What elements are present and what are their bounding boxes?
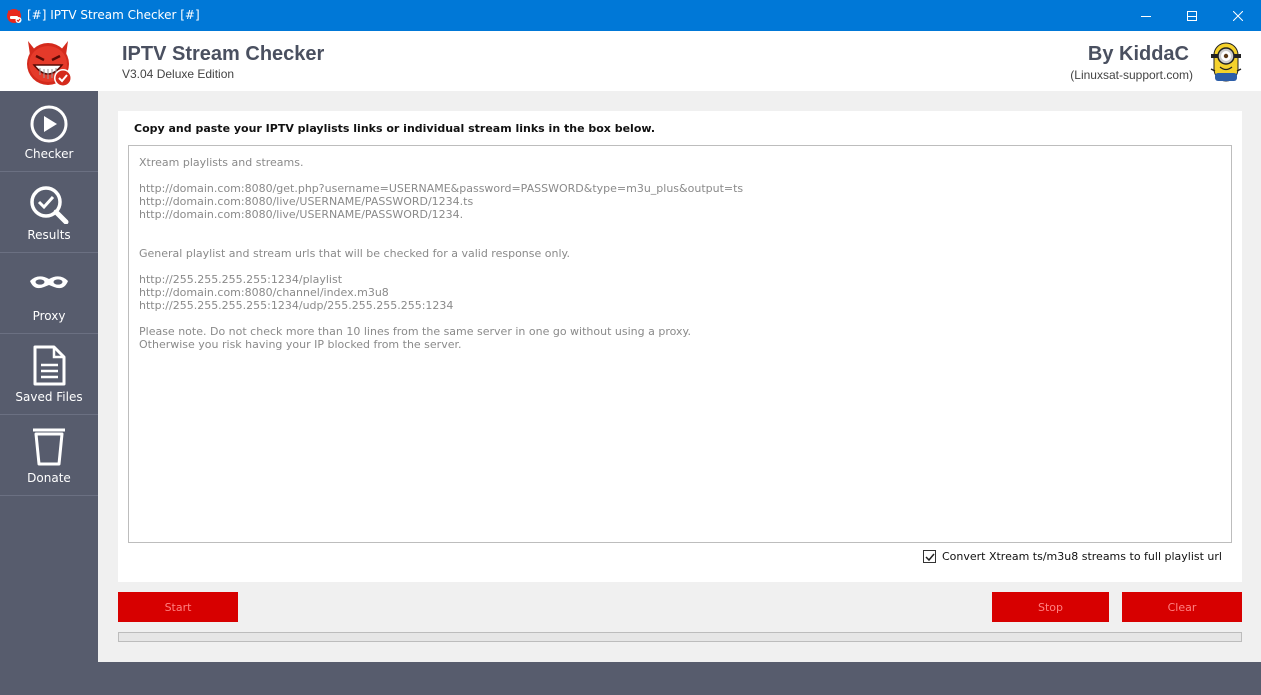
- window-title: [#] IPTV Stream Checker [#]: [27, 8, 200, 22]
- placeholder-line: [139, 312, 743, 325]
- placeholder-line: http://domain.com:8080/live/USERNAME/PAS…: [139, 208, 464, 221]
- placeholder-line: [139, 260, 743, 273]
- sidebar-item-label: Checker: [24, 147, 74, 161]
- sidebar-item-checker[interactable]: Checker: [0, 91, 98, 172]
- stop-button[interactable]: Stop: [992, 592, 1109, 622]
- input-panel: Copy and paste your IPTV playlists links…: [118, 111, 1242, 582]
- author-title: By KiddaC: [1087, 43, 1189, 65]
- close-button[interactable]: [1215, 0, 1261, 31]
- placeholder-line: Please note. Do not check more than 10 l…: [139, 325, 691, 338]
- placeholder-line: http://domain.com:8080/live/USERNAME/PAS…: [139, 195, 474, 208]
- clear-button[interactable]: Clear: [1122, 592, 1242, 622]
- sidebar-item-saved-files[interactable]: Saved Files: [0, 334, 98, 415]
- instructions-text: Copy and paste your IPTV playlists links…: [134, 122, 656, 135]
- placeholder-line: [139, 169, 743, 182]
- convert-checkbox-label: Convert Xtream ts/m3u8 streams to full p…: [941, 550, 1222, 563]
- maximize-button[interactable]: [1169, 0, 1215, 31]
- placeholder-line: http://domain.com:8080/channel/index.m3u…: [139, 286, 389, 299]
- app-version: V3.04 Deluxe Edition: [122, 67, 235, 81]
- placeholder-line: Xtream playlists and streams.: [139, 156, 304, 169]
- minimize-icon: [1141, 15, 1151, 17]
- textarea-placeholder: Xtream playlists and streams. http://doma…: [139, 156, 743, 351]
- placeholder-line: [139, 234, 743, 247]
- placeholder-line: General playlist and stream urls that wi…: [139, 247, 570, 260]
- magnifier-check-icon: [30, 186, 69, 224]
- minion-icon: [1210, 42, 1242, 82]
- checkmark-icon: [925, 553, 935, 562]
- convert-option[interactable]: Convert Xtream ts/m3u8 streams to full p…: [922, 550, 1222, 563]
- cup-icon: [33, 428, 65, 466]
- convert-checkbox[interactable]: [922, 550, 936, 563]
- sidebar-item-label: Donate: [27, 471, 71, 485]
- main-content: Copy and paste your IPTV playlists links…: [98, 91, 1261, 662]
- title-bar[interactable]: [#] IPTV Stream Checker [#]: [0, 0, 1261, 31]
- footer-strip: [98, 662, 1261, 695]
- start-button[interactable]: Start: [118, 592, 238, 622]
- placeholder-line: Otherwise you risk having your IP blocke…: [139, 338, 462, 351]
- sidebar-item-label: Proxy: [32, 309, 66, 323]
- document-icon: [33, 345, 66, 386]
- mask-icon: [30, 276, 68, 289]
- close-icon: [1233, 10, 1243, 21]
- sidebar-item-label: Results: [27, 228, 71, 242]
- progress-bar: [118, 632, 1242, 642]
- play-circle-icon: [30, 105, 68, 143]
- maximize-icon: [1187, 10, 1197, 21]
- placeholder-line: http://255.255.255.255:1234/playlist: [139, 273, 343, 286]
- app-title: IPTV Stream Checker: [122, 43, 325, 65]
- sidebar-item-proxy[interactable]: Proxy: [0, 253, 98, 334]
- author-site: (Linuxsat-support.com): [1070, 68, 1193, 82]
- placeholder-line: http://255.255.255.255:1234/udp/255.255.…: [139, 299, 454, 312]
- sidebar: Checker Results Proxy Saved Files Donate: [0, 91, 98, 695]
- sidebar-item-donate[interactable]: Donate: [0, 415, 98, 496]
- app-icon: [7, 9, 22, 23]
- minimize-button-2[interactable]: [1123, 0, 1169, 31]
- devil-logo-icon: [27, 41, 72, 87]
- app-header: IPTV Stream Checker V3.04 Deluxe Edition…: [0, 31, 1261, 91]
- sidebar-item-results[interactable]: Results: [0, 172, 98, 253]
- sidebar-item-label: Saved Files: [15, 390, 83, 404]
- placeholder-line: [139, 221, 743, 234]
- placeholder-line: http://domain.com:8080/get.php?username=…: [139, 182, 744, 195]
- stream-links-textarea[interactable]: Xtream playlists and streams. http://doma…: [128, 145, 1232, 543]
